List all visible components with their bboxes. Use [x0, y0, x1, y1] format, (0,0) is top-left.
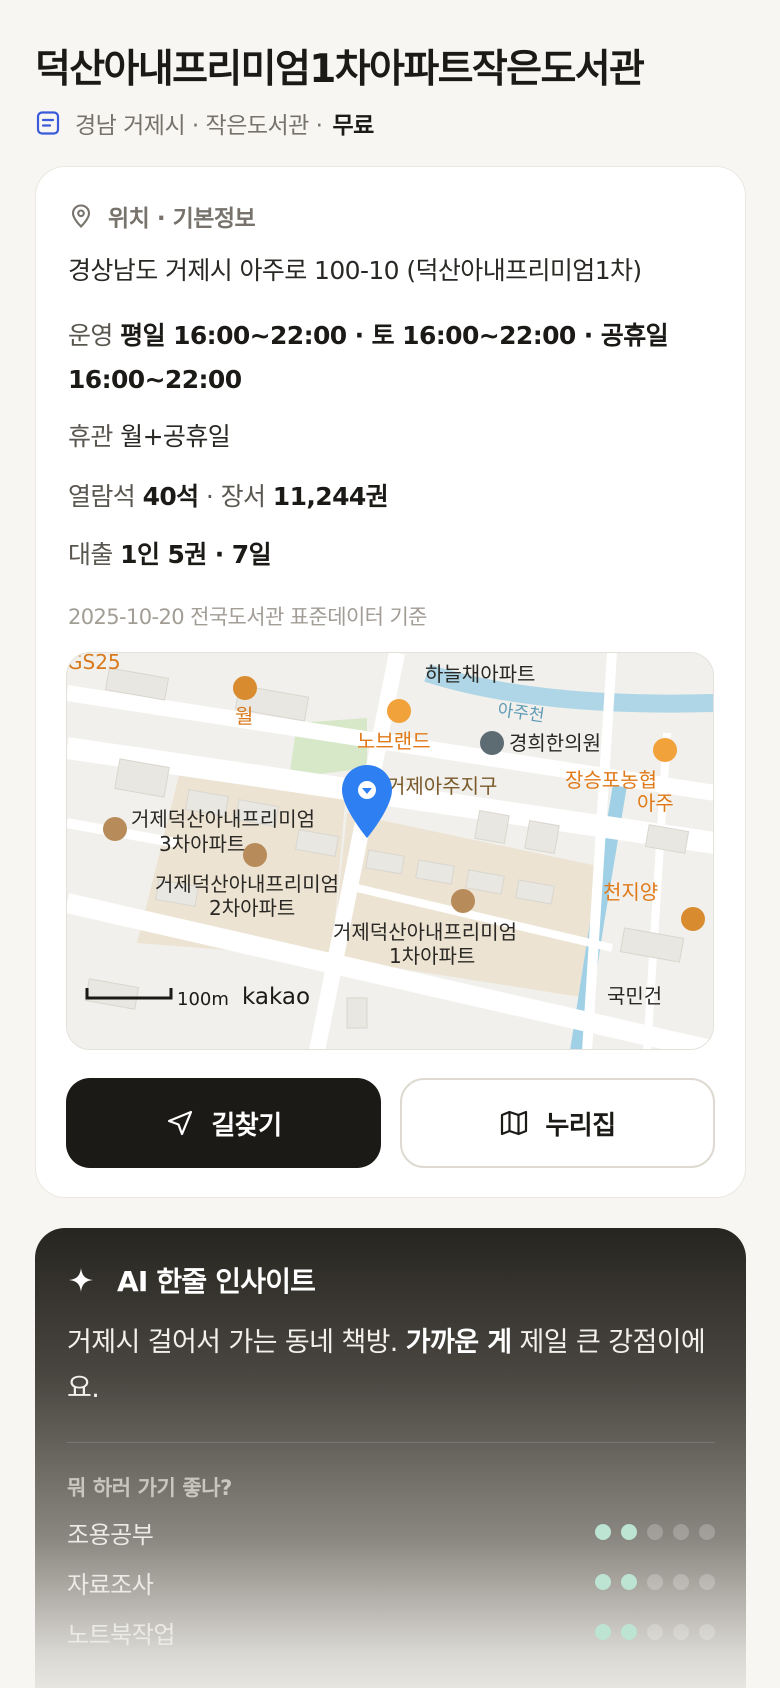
activity-rating — [595, 1524, 715, 1540]
seats-and-books: 열람석 40석 · 장서 11,244권 — [68, 475, 716, 519]
rating-dot — [621, 1524, 637, 1540]
info-section-header: 위치 · 기본정보 — [68, 199, 256, 233]
ai-text-bold: 가까운 게 — [405, 1327, 512, 1358]
map-label-apt1-a: 거제덕산아내프리미엄 — [333, 920, 517, 944]
activity-label: 자료조사 — [67, 1570, 154, 1599]
hours-label: 운영 — [68, 321, 113, 350]
navigation-arrow-icon — [168, 1110, 193, 1136]
hours-value: 평일 16:00~22:00 · 토 16:00~22:00 · 공휴일 16:… — [68, 321, 669, 394]
map-label-apt2-b: 2차아파트 — [209, 896, 295, 920]
rating-dot — [673, 1574, 689, 1590]
map-label-gukmin: 국민건 — [607, 984, 662, 1008]
meta-text: 경남 거제시 · 작은도서관 · — [75, 113, 323, 139]
ai-insight-card: AI 한줄 인사이트 거제시 걸어서 가는 동네 책방. 가까운 게 제일 큰 … — [35, 1228, 746, 1688]
map-label-hanul: 하늘채아파트 — [425, 662, 535, 686]
directions-button[interactable]: 길찾기 — [66, 1078, 381, 1168]
activity-rating — [595, 1574, 715, 1590]
location-pin-icon — [71, 204, 91, 228]
activity-row: 자료조사 — [67, 1564, 715, 1600]
map-label-wol: 월 — [235, 704, 253, 728]
fee-badge: 무료 — [332, 113, 374, 139]
data-source: 2025-10-20 전국도서관 표준데이터 기준 — [68, 605, 428, 629]
activity-label: 조용공부 — [67, 1520, 154, 1549]
rating-dot — [647, 1574, 663, 1590]
kakao-logo: kakao — [242, 984, 310, 1010]
rating-dot — [699, 1624, 715, 1640]
rating-dot — [595, 1524, 611, 1540]
sparkle-icon — [69, 1268, 93, 1292]
rating-dot — [595, 1624, 611, 1640]
page-title: 덕산아내프리미엄1차아파트작은도서관 — [35, 47, 645, 92]
map-label-clinic: 경희한의원 — [509, 731, 601, 755]
ai-text-before: 거제시 걸어서 가는 동네 책방. — [67, 1327, 406, 1358]
closed-days: 휴관 월+공휴일 — [68, 415, 716, 459]
activity-rating — [595, 1624, 715, 1640]
rating-dot — [621, 1574, 637, 1590]
loan-value: 1인 5권 · 7일 — [120, 540, 271, 569]
info-section-title: 위치 · 기본정보 — [108, 206, 256, 232]
operating-hours: 운영 평일 16:00~22:00 · 토 16:00~22:00 · 공휴일 … — [68, 314, 716, 402]
info-card: 위치 · 기본정보 경상남도 거제시 아주로 100-10 (덕산아내프리미엄1… — [35, 166, 746, 1198]
seats-label: 열람석 — [68, 482, 136, 511]
website-button[interactable]: 누리집 — [400, 1078, 715, 1168]
divider — [67, 1442, 715, 1443]
rating-dot — [647, 1524, 663, 1540]
map-label-jangseung: 장승포농협 — [565, 768, 657, 792]
seats-value: 40석 — [142, 482, 200, 511]
map-label-district: 거제아주지구 — [387, 774, 497, 798]
document-icon — [36, 111, 60, 135]
rating-dot — [621, 1624, 637, 1640]
rating-dot — [673, 1524, 689, 1540]
library-meta: 경남 거제시 · 작은도서관 · 무료 — [35, 106, 374, 140]
map-label-nobrand: 노브랜드 — [357, 729, 431, 753]
rating-dot — [699, 1524, 715, 1540]
directions-label: 길찾기 — [211, 1110, 282, 1141]
loan-policy: 대출 1인 5권 · 7일 — [68, 533, 716, 577]
map-label-apt3-a: 거제덕산아내프리미엄 — [131, 807, 315, 831]
address: 경상남도 거제시 아주로 100-10 (덕산아내프리미엄1차) — [68, 256, 642, 285]
rating-dot — [647, 1624, 663, 1640]
map-label-gs25: GS25 — [67, 653, 121, 674]
activity-question: 뭐 하러 가기 좋나? — [67, 1476, 232, 1500]
map-fold-icon — [501, 1110, 528, 1136]
activity-label: 노트북작업 — [67, 1620, 175, 1649]
location-map[interactable]: GS25 하늘채아파트 아주천 월 노브랜드 경희한의원 장승포농협 아주 거제… — [66, 652, 714, 1050]
map-label-apt2-a: 거제덕산아내프리미엄 — [155, 872, 339, 896]
books-label: · 장서 — [205, 482, 266, 511]
loan-label: 대출 — [68, 540, 113, 569]
rating-dot — [699, 1574, 715, 1590]
activity-row: 노트북작업 — [67, 1614, 715, 1650]
map-label-cheonji: 천지양 — [603, 880, 658, 904]
map-label-apt1-b: 1차아파트 — [389, 944, 475, 968]
map-scale-label: 100m — [177, 989, 229, 1010]
map-label-apt3-b: 3차아파트 — [159, 832, 245, 856]
ai-insight-title: AI 한줄 인사이트 — [117, 1265, 316, 1298]
rating-dot — [673, 1624, 689, 1640]
map-label-aju: 아주 — [637, 791, 674, 815]
ai-insight-header: AI 한줄 인사이트 — [67, 1260, 316, 1300]
activity-row: 조용공부 — [67, 1514, 715, 1550]
books-value: 11,244권 — [272, 482, 389, 511]
ai-insight-text: 거제시 걸어서 가는 동네 책방. 가까운 게 제일 큰 강점이에요. — [67, 1320, 707, 1412]
website-label: 누리집 — [545, 1110, 616, 1141]
rating-dot — [595, 1574, 611, 1590]
closed-label: 휴관 — [68, 422, 113, 451]
closed-value: 월+공휴일 — [120, 422, 231, 451]
